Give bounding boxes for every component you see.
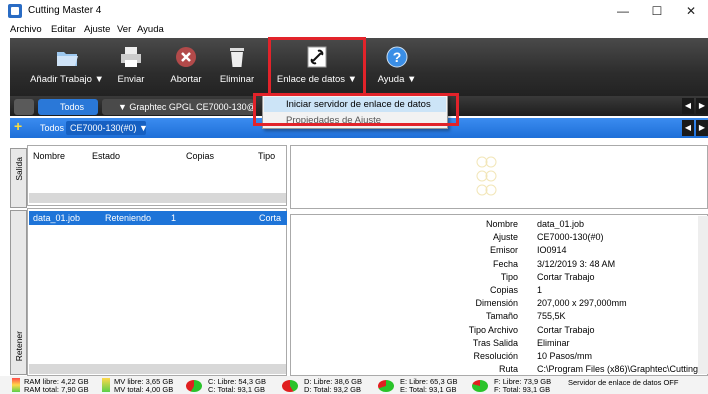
- scroll-left-arrow[interactable]: ◀: [682, 98, 694, 114]
- detail-label: Dimensión: [475, 298, 518, 309]
- add-filter-icon[interactable]: +: [14, 118, 22, 134]
- tab-retener[interactable]: Retener: [10, 210, 27, 375]
- detail-value: C:\Program Files (x86)\Graphtec\Cutting …: [537, 364, 707, 375]
- tab-salida-label: Salida: [14, 157, 24, 181]
- close-button[interactable]: ✕: [676, 2, 706, 20]
- highlight-frame: [268, 37, 366, 96]
- mv-gauge-icon: [102, 378, 110, 392]
- disk-c-pie-icon: [186, 380, 202, 392]
- detail-value: 755,5K: [537, 311, 566, 322]
- detail-label: Tipo Archivo: [468, 324, 518, 335]
- send-label: Enviar: [117, 74, 145, 85]
- device-selector[interactable]: ▼ Graphtec GPGL CE7000-130@Gra: [102, 99, 254, 115]
- scroll-right-arrow-2[interactable]: ▶: [696, 120, 708, 136]
- abort-button[interactable]: Abortar: [166, 40, 206, 94]
- col-copias[interactable]: Copias: [186, 151, 214, 161]
- title-bar: [0, 0, 708, 22]
- maximize-button[interactable]: ☐: [642, 2, 672, 20]
- detail-label: Emisor: [489, 245, 518, 256]
- job-name: data_01.job: [33, 213, 81, 223]
- ram-total: RAM total: 7,90 GB: [24, 385, 89, 394]
- delete-label: Eliminar: [219, 74, 255, 85]
- detail-label: Copias: [489, 285, 518, 295]
- add-job-button[interactable]: Añadir Trabajo ▼: [28, 40, 106, 94]
- detail-value: data_01.job: [537, 219, 585, 229]
- menu-ayuda[interactable]: Ayuda: [137, 24, 164, 35]
- folder-icon: [57, 52, 78, 66]
- menu-editar[interactable]: Editar: [51, 24, 76, 35]
- tab-salida[interactable]: Salida: [10, 148, 27, 208]
- menu-archivo[interactable]: Archivo: [10, 24, 42, 35]
- help-button[interactable]: ? Ayuda ▼: [372, 40, 422, 94]
- detail-label: Tipo: [500, 271, 518, 282]
- disk-e-pie-icon: [378, 380, 394, 392]
- detail-value: 10 Pasos/mm: [537, 351, 593, 361]
- detail-value: CE7000-130(#0): [537, 232, 604, 243]
- col-nombre[interactable]: Nombre: [33, 151, 65, 161]
- disk-f-total: F: Total: 93,1 GB: [494, 385, 551, 394]
- disk-d-total: D: Total: 93,2 GB: [304, 385, 361, 394]
- detail-value: Cortar Trabajo: [537, 271, 595, 282]
- col-tipo[interactable]: Tipo: [258, 151, 275, 161]
- stop-icon: [176, 47, 196, 67]
- delete-button[interactable]: Eliminar: [216, 40, 258, 94]
- detail-label: Nombre: [485, 219, 518, 229]
- detail-value: Eliminar: [537, 337, 570, 348]
- detail-label: Tras Salida: [472, 337, 518, 348]
- job-state: Reteniendo: [105, 213, 152, 223]
- job-type: Corta: [259, 213, 282, 223]
- window-title: Cutting Master 4: [28, 5, 102, 16]
- horizontal-scrollbar-2[interactable]: [29, 364, 286, 374]
- menu-ver[interactable]: Ver: [117, 24, 131, 35]
- send-button[interactable]: Enviar: [112, 40, 150, 94]
- help-icon: ?: [386, 46, 408, 68]
- detail-value: 3/12/2019 3: 48 AM: [537, 258, 616, 269]
- printer-icon: [121, 47, 141, 67]
- tool-icon: [14, 99, 34, 115]
- detail-value: Cortar Trabajo: [537, 324, 595, 335]
- scroll-right-arrow[interactable]: ▶: [696, 98, 708, 114]
- tab-retener-label: Retener: [14, 331, 24, 362]
- disk-f-pie-icon: [472, 380, 488, 392]
- mv-total: MV total: 4,00 GB: [114, 385, 174, 394]
- model-selector[interactable]: CE7000-130(#0) ▼: [66, 121, 148, 135]
- detail-value: IO0914: [537, 245, 567, 256]
- disk-d-pie-icon: [282, 380, 298, 392]
- abort-label: Abortar: [170, 74, 202, 85]
- detail-label: Ruta: [498, 364, 518, 375]
- preview-thumbnail: [476, 156, 497, 196]
- detail-value: 1: [537, 285, 543, 295]
- detail-label: Tamaño: [485, 311, 518, 322]
- server-status: Servidor de enlace de datos OFF: [568, 378, 679, 387]
- disk-e-total: E: Total: 93,1 GB: [400, 385, 457, 394]
- job-copies: 1: [171, 213, 177, 223]
- table-row[interactable]: data_01.job Reteniendo 1 Corta: [29, 211, 287, 225]
- detail-label: Resolución: [473, 351, 518, 361]
- ram-gauge-icon: [12, 378, 20, 392]
- hold-queue: [27, 208, 287, 376]
- tab-todos-device[interactable]: Todos: [38, 99, 98, 115]
- disk-c-total: C: Total: 93,1 GB: [208, 385, 265, 394]
- help-label: Ayuda ▼: [377, 74, 417, 85]
- job-preview: [290, 145, 708, 209]
- menu-ajuste[interactable]: Ajuste: [84, 24, 110, 35]
- detail-value: 207,000 x 297,000mm: [537, 298, 627, 309]
- highlight-frame-menu: [253, 93, 459, 126]
- trash-icon: [230, 48, 244, 67]
- scroll-left-arrow-2[interactable]: ◀: [682, 120, 694, 136]
- add-job-label: Añadir Trabajo ▼: [30, 74, 104, 85]
- filter-todos[interactable]: Todos: [40, 123, 64, 133]
- detail-label: Fecha: [492, 258, 518, 269]
- app-icon: [8, 4, 22, 18]
- minimize-button[interactable]: —: [608, 2, 638, 20]
- detail-label: Ajuste: [492, 232, 518, 243]
- vertical-scrollbar[interactable]: [698, 216, 708, 374]
- col-estado[interactable]: Estado: [92, 151, 120, 161]
- horizontal-scrollbar[interactable]: [29, 193, 286, 203]
- svg-text:?: ?: [393, 49, 402, 65]
